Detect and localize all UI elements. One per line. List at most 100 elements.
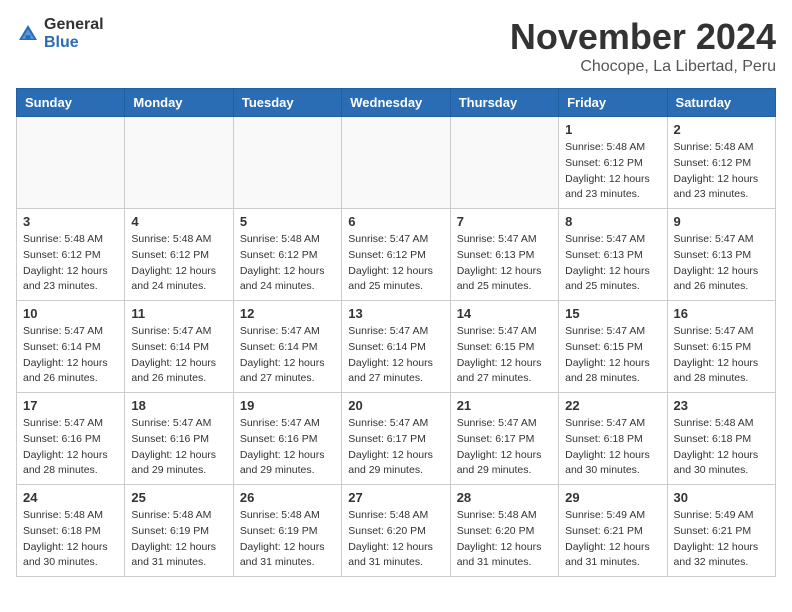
day-info: Sunrise: 5:47 AMSunset: 6:18 PMDaylight:…	[565, 416, 660, 479]
calendar-cell: 2 Sunrise: 5:48 AMSunset: 6:12 PMDaylight…	[667, 117, 775, 209]
day-number: 5	[240, 214, 335, 229]
day-info: Sunrise: 5:47 AMSunset: 6:15 PMDaylight:…	[674, 324, 769, 387]
day-number: 11	[131, 306, 226, 321]
weekday-header-saturday: Saturday	[667, 89, 775, 117]
calendar-cell: 16 Sunrise: 5:47 AMSunset: 6:15 PMDayligh…	[667, 301, 775, 393]
calendar-cell	[450, 117, 558, 209]
day-number: 28	[457, 490, 552, 505]
weekday-header-monday: Monday	[125, 89, 233, 117]
calendar-cell: 30Sunrise: 5:49 AMSunset: 6:21 PMDayligh…	[667, 485, 775, 577]
day-number: 9	[674, 214, 769, 229]
calendar-cell: 21Sunrise: 5:47 AMSunset: 6:17 PMDayligh…	[450, 393, 558, 485]
day-info: Sunrise: 5:47 AMSunset: 6:16 PMDaylight:…	[23, 416, 118, 479]
day-number: 17	[23, 398, 118, 413]
calendar-cell: 22 Sunrise: 5:47 AMSunset: 6:18 PMDayligh…	[559, 393, 667, 485]
calendar-cell: 10 Sunrise: 5:47 AMSunset: 6:14 PMDayligh…	[17, 301, 125, 393]
calendar-cell: 23 Sunrise: 5:48 AMSunset: 6:18 PMDayligh…	[667, 393, 775, 485]
day-number: 1	[565, 122, 660, 137]
day-info: Sunrise: 5:48 AMSunset: 6:12 PMDaylight:…	[565, 140, 660, 203]
day-number: 7	[457, 214, 552, 229]
calendar-cell: 3 Sunrise: 5:48 AMSunset: 6:12 PMDaylight…	[17, 209, 125, 301]
day-number: 27	[348, 490, 443, 505]
day-number: 29	[565, 490, 660, 505]
week-row-2: 3 Sunrise: 5:48 AMSunset: 6:12 PMDaylight…	[17, 209, 776, 301]
day-info: Sunrise: 5:47 AMSunset: 6:13 PMDaylight:…	[457, 232, 552, 295]
week-row-5: 24 Sunrise: 5:48 AMSunset: 6:18 PMDayligh…	[17, 485, 776, 577]
calendar-cell: 27 Sunrise: 5:48 AMSunset: 6:20 PMDayligh…	[342, 485, 450, 577]
day-info: Sunrise: 5:48 AMSunset: 6:18 PMDaylight:…	[674, 416, 769, 479]
day-number: 4	[131, 214, 226, 229]
day-number: 16	[674, 306, 769, 321]
day-info: Sunrise: 5:47 AMSunset: 6:17 PMDaylight:…	[457, 416, 552, 479]
calendar-cell: 15 Sunrise: 5:47 AMSunset: 6:15 PMDayligh…	[559, 301, 667, 393]
day-info: Sunrise: 5:47 AMSunset: 6:14 PMDaylight:…	[23, 324, 118, 387]
day-info: Sunrise: 5:48 AMSunset: 6:18 PMDaylight:…	[23, 508, 118, 571]
calendar-cell: 12Sunrise: 5:47 AMSunset: 6:14 PMDayligh…	[233, 301, 341, 393]
calendar-cell: 8Sunrise: 5:47 AMSunset: 6:13 PMDaylight…	[559, 209, 667, 301]
logo-general-text: General	[44, 16, 104, 33]
day-info: Sunrise: 5:48 AMSunset: 6:12 PMDaylight:…	[240, 232, 335, 295]
day-info: Sunrise: 5:47 AMSunset: 6:15 PMDaylight:…	[457, 324, 552, 387]
calendar-cell: 20Sunrise: 5:47 AMSunset: 6:17 PMDayligh…	[342, 393, 450, 485]
day-info: Sunrise: 5:48 AMSunset: 6:19 PMDaylight:…	[240, 508, 335, 571]
page-header: General Blue November 2024 Chocope, La L…	[16, 16, 776, 76]
day-number: 18	[131, 398, 226, 413]
day-number: 10	[23, 306, 118, 321]
day-info: Sunrise: 5:47 AMSunset: 6:13 PMDaylight:…	[565, 232, 660, 295]
calendar-body: 1 Sunrise: 5:48 AMSunset: 6:12 PMDaylight…	[17, 117, 776, 577]
weekday-header-sunday: Sunday	[17, 89, 125, 117]
day-info: Sunrise: 5:48 AMSunset: 6:12 PMDaylight:…	[23, 232, 118, 295]
title-block: November 2024 Chocope, La Libertad, Peru	[510, 16, 776, 76]
day-info: Sunrise: 5:48 AMSunset: 6:12 PMDaylight:…	[674, 140, 769, 203]
calendar-cell: 24 Sunrise: 5:48 AMSunset: 6:18 PMDayligh…	[17, 485, 125, 577]
day-info: Sunrise: 5:48 AMSunset: 6:19 PMDaylight:…	[131, 508, 226, 571]
day-info: Sunrise: 5:47 AMSunset: 6:13 PMDaylight:…	[674, 232, 769, 295]
day-number: 22	[565, 398, 660, 413]
day-info: Sunrise: 5:48 AMSunset: 6:12 PMDaylight:…	[131, 232, 226, 295]
calendar-cell: 5 Sunrise: 5:48 AMSunset: 6:12 PMDaylight…	[233, 209, 341, 301]
day-info: Sunrise: 5:47 AMSunset: 6:14 PMDaylight:…	[240, 324, 335, 387]
day-number: 19	[240, 398, 335, 413]
calendar-table: SundayMondayTuesdayWednesdayThursdayFrid…	[16, 88, 776, 577]
week-row-4: 17 Sunrise: 5:47 AMSunset: 6:16 PMDayligh…	[17, 393, 776, 485]
calendar-header: SundayMondayTuesdayWednesdayThursdayFrid…	[17, 89, 776, 117]
calendar-cell: 25Sunrise: 5:48 AMSunset: 6:19 PMDayligh…	[125, 485, 233, 577]
day-info: Sunrise: 5:47 AMSunset: 6:15 PMDaylight:…	[565, 324, 660, 387]
calendar-cell	[125, 117, 233, 209]
calendar-cell: 14Sunrise: 5:47 AMSunset: 6:15 PMDayligh…	[450, 301, 558, 393]
month-title: November 2024	[510, 16, 776, 58]
day-number: 20	[348, 398, 443, 413]
day-info: Sunrise: 5:48 AMSunset: 6:20 PMDaylight:…	[348, 508, 443, 571]
day-info: Sunrise: 5:49 AMSunset: 6:21 PMDaylight:…	[674, 508, 769, 571]
week-row-1: 1 Sunrise: 5:48 AMSunset: 6:12 PMDaylight…	[17, 117, 776, 209]
day-number: 6	[348, 214, 443, 229]
day-info: Sunrise: 5:47 AMSunset: 6:12 PMDaylight:…	[348, 232, 443, 295]
day-info: Sunrise: 5:48 AMSunset: 6:20 PMDaylight:…	[457, 508, 552, 571]
calendar-cell: 9 Sunrise: 5:47 AMSunset: 6:13 PMDaylight…	[667, 209, 775, 301]
calendar-cell: 13 Sunrise: 5:47 AMSunset: 6:14 PMDayligh…	[342, 301, 450, 393]
day-number: 3	[23, 214, 118, 229]
day-number: 13	[348, 306, 443, 321]
location-text: Chocope, La Libertad, Peru	[510, 58, 776, 76]
weekday-header-friday: Friday	[559, 89, 667, 117]
week-row-3: 10 Sunrise: 5:47 AMSunset: 6:14 PMDayligh…	[17, 301, 776, 393]
calendar-cell: 19 Sunrise: 5:47 AMSunset: 6:16 PMDayligh…	[233, 393, 341, 485]
logo: General Blue	[16, 16, 104, 52]
day-number: 23	[674, 398, 769, 413]
day-info: Sunrise: 5:47 AMSunset: 6:14 PMDaylight:…	[348, 324, 443, 387]
day-info: Sunrise: 5:47 AMSunset: 6:16 PMDaylight:…	[240, 416, 335, 479]
logo-icon	[16, 22, 40, 46]
calendar-cell: 28 Sunrise: 5:48 AMSunset: 6:20 PMDayligh…	[450, 485, 558, 577]
calendar-cell: 6 Sunrise: 5:47 AMSunset: 6:12 PMDaylight…	[342, 209, 450, 301]
day-info: Sunrise: 5:47 AMSunset: 6:14 PMDaylight:…	[131, 324, 226, 387]
day-number: 26	[240, 490, 335, 505]
calendar-cell	[342, 117, 450, 209]
weekday-header-thursday: Thursday	[450, 89, 558, 117]
day-info: Sunrise: 5:47 AMSunset: 6:16 PMDaylight:…	[131, 416, 226, 479]
day-number: 15	[565, 306, 660, 321]
day-number: 24	[23, 490, 118, 505]
weekday-header-tuesday: Tuesday	[233, 89, 341, 117]
calendar-cell: 26 Sunrise: 5:48 AMSunset: 6:19 PMDayligh…	[233, 485, 341, 577]
day-number: 2	[674, 122, 769, 137]
calendar-cell: 4 Sunrise: 5:48 AMSunset: 6:12 PMDaylight…	[125, 209, 233, 301]
